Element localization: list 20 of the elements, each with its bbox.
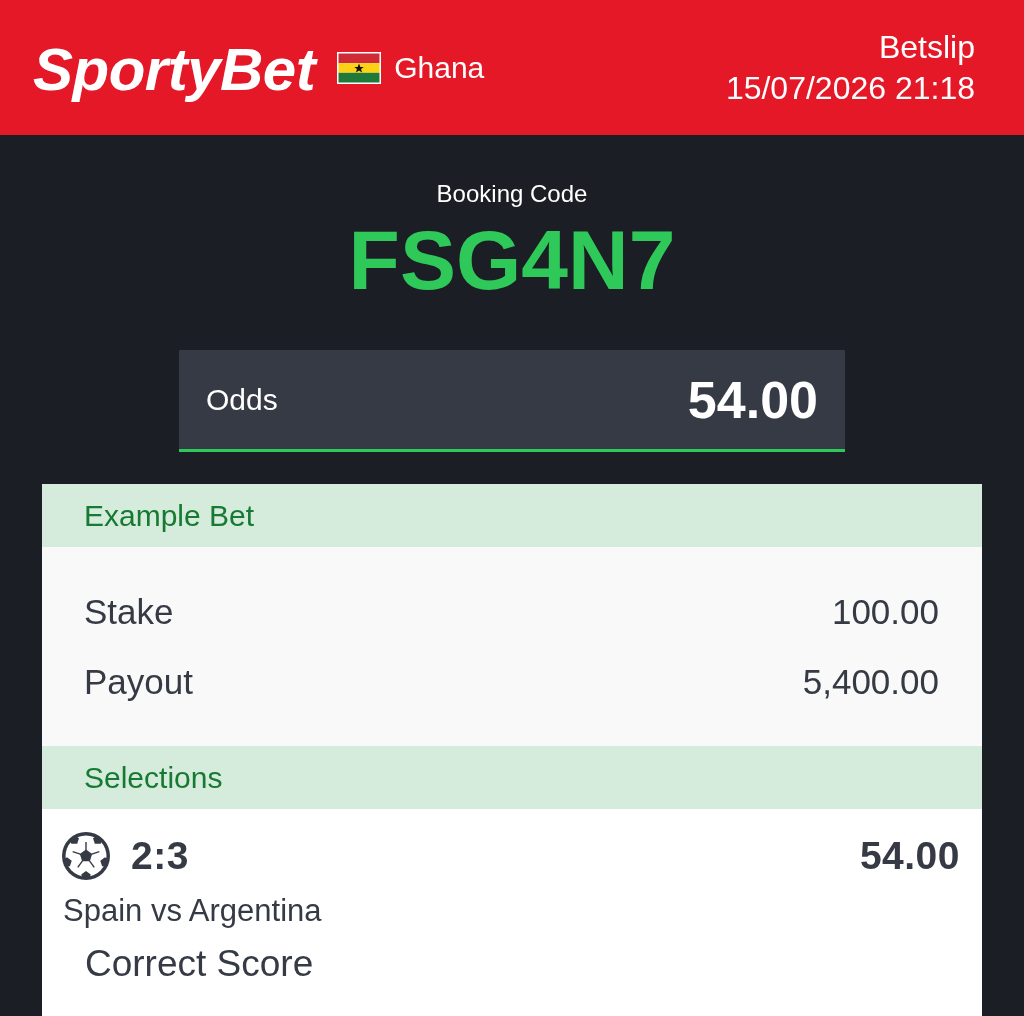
summary-label: Payout (84, 662, 193, 702)
selection-pick: 2:3 (131, 834, 189, 878)
booking-code: FSG4N7 (348, 215, 676, 305)
booking-code-label: Booking Code (436, 179, 588, 209)
brand-logo: SportyBet (33, 34, 316, 105)
odds-label: Odds (206, 382, 278, 417)
page-title: Betslip (878, 27, 975, 67)
section-heading: Selections (42, 746, 982, 809)
country-label: Ghana (394, 49, 485, 86)
summary-label: Stake (84, 592, 174, 632)
odds-value: 54.00 (687, 369, 818, 430)
match-name: Spain vs Argentina (63, 892, 322, 930)
soccer-ball-icon (62, 832, 110, 880)
date-time: 15/07/2026 21:18 (725, 68, 975, 108)
summary-value: 5,400.00 (802, 662, 939, 702)
selection-odds: 54.00 (859, 834, 960, 878)
market-name: Correct Score (85, 942, 314, 986)
flag-icon (337, 51, 382, 84)
summary-value: 100.00 (831, 592, 939, 632)
section-heading: Example Bet (42, 484, 982, 547)
